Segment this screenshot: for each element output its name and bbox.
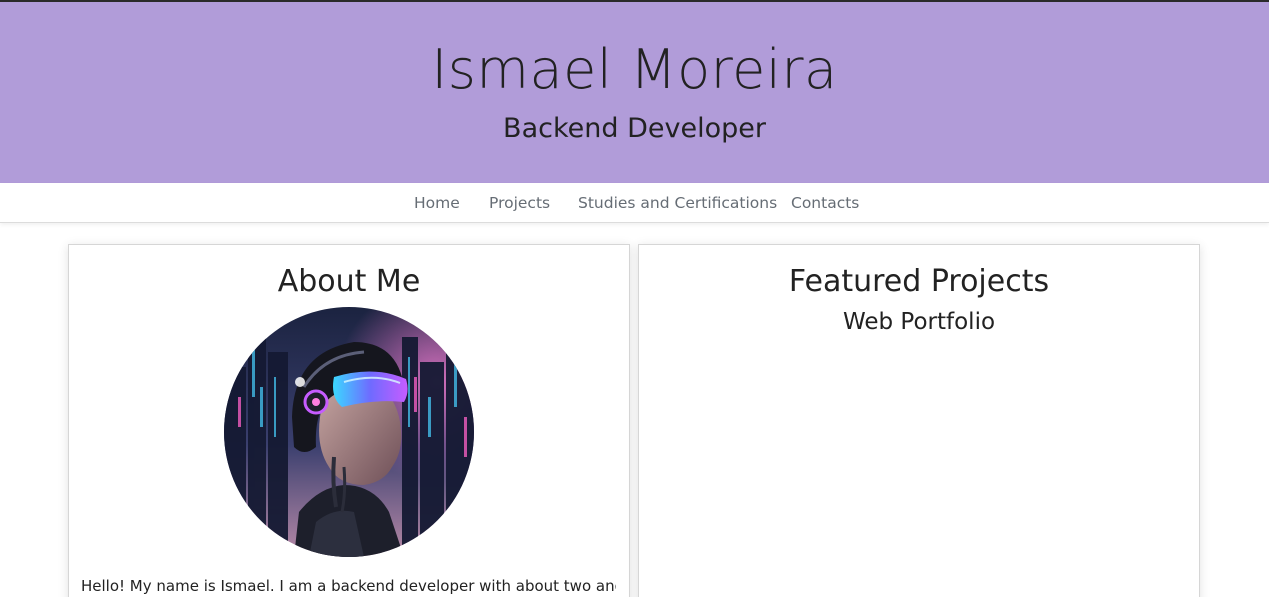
about-me-bio: Hello! My name is Ismael. I am a backend… xyxy=(81,577,616,595)
nav-link-home[interactable]: Home xyxy=(414,192,460,214)
about-me-card: About Me Hello! My name is Ismael. I am … xyxy=(68,244,630,597)
project-title-web-portfolio[interactable]: Web Portfolio xyxy=(639,307,1199,337)
nav-link-contacts[interactable]: Contacts xyxy=(791,192,859,214)
featured-projects-heading: Featured Projects xyxy=(788,264,1050,299)
nav-link-projects[interactable]: Projects xyxy=(489,192,550,214)
profile-avatar xyxy=(224,307,474,557)
nav-link-studies-certifications[interactable]: Studies and Certifications xyxy=(578,192,777,214)
site-header: Ismael Moreira Backend Developer xyxy=(0,0,1269,183)
site-subtitle: Backend Developer xyxy=(503,113,766,144)
about-me-heading: About Me xyxy=(277,264,421,299)
site-title: Ismael Moreira xyxy=(431,38,838,101)
page: Ismael Moreira Backend Developer Home Pr… xyxy=(0,0,1269,597)
featured-projects-card: Featured Projects Web Portfolio xyxy=(638,244,1200,597)
profile-avatar-image xyxy=(224,307,474,557)
main-nav: Home Projects Studies and Certifications… xyxy=(0,183,1269,223)
